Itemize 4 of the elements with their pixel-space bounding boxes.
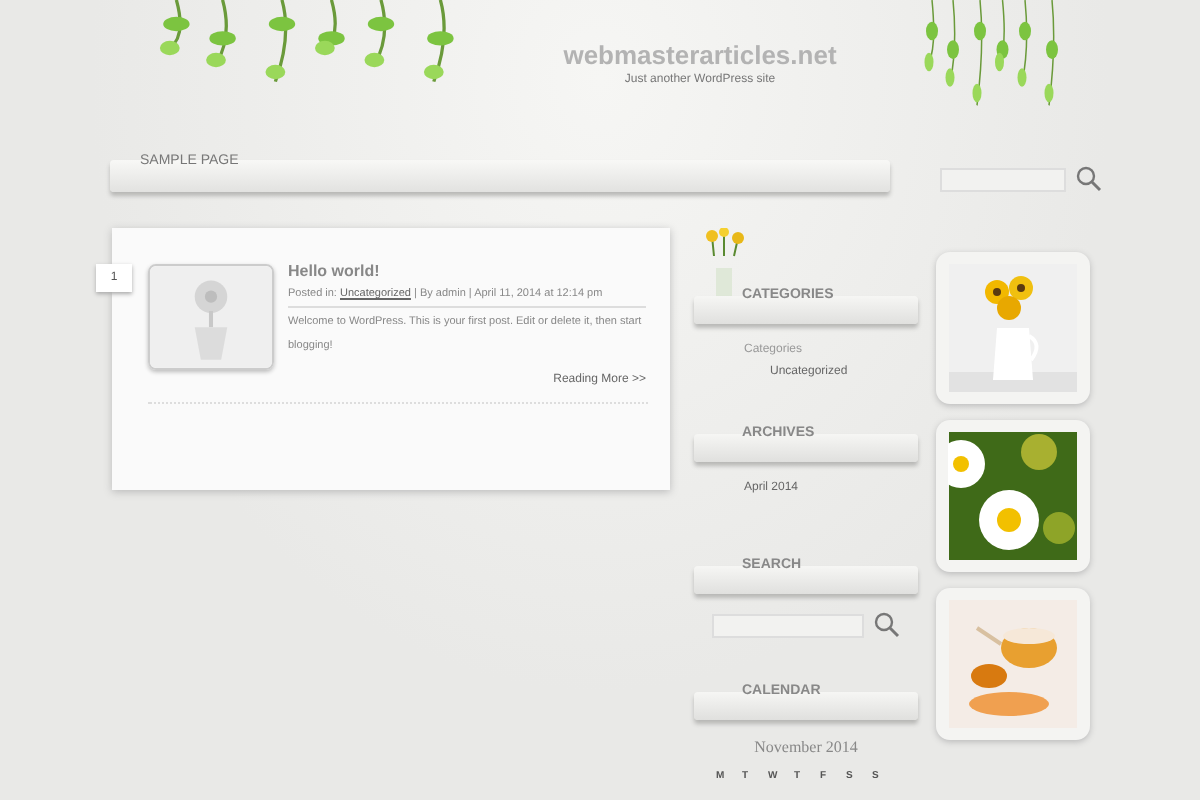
search-icon[interactable] — [1076, 166, 1102, 192]
calendar-month: November 2014 — [752, 738, 860, 756]
search-icon[interactable] — [874, 612, 900, 638]
post-title[interactable]: Hello world! — [288, 262, 646, 280]
